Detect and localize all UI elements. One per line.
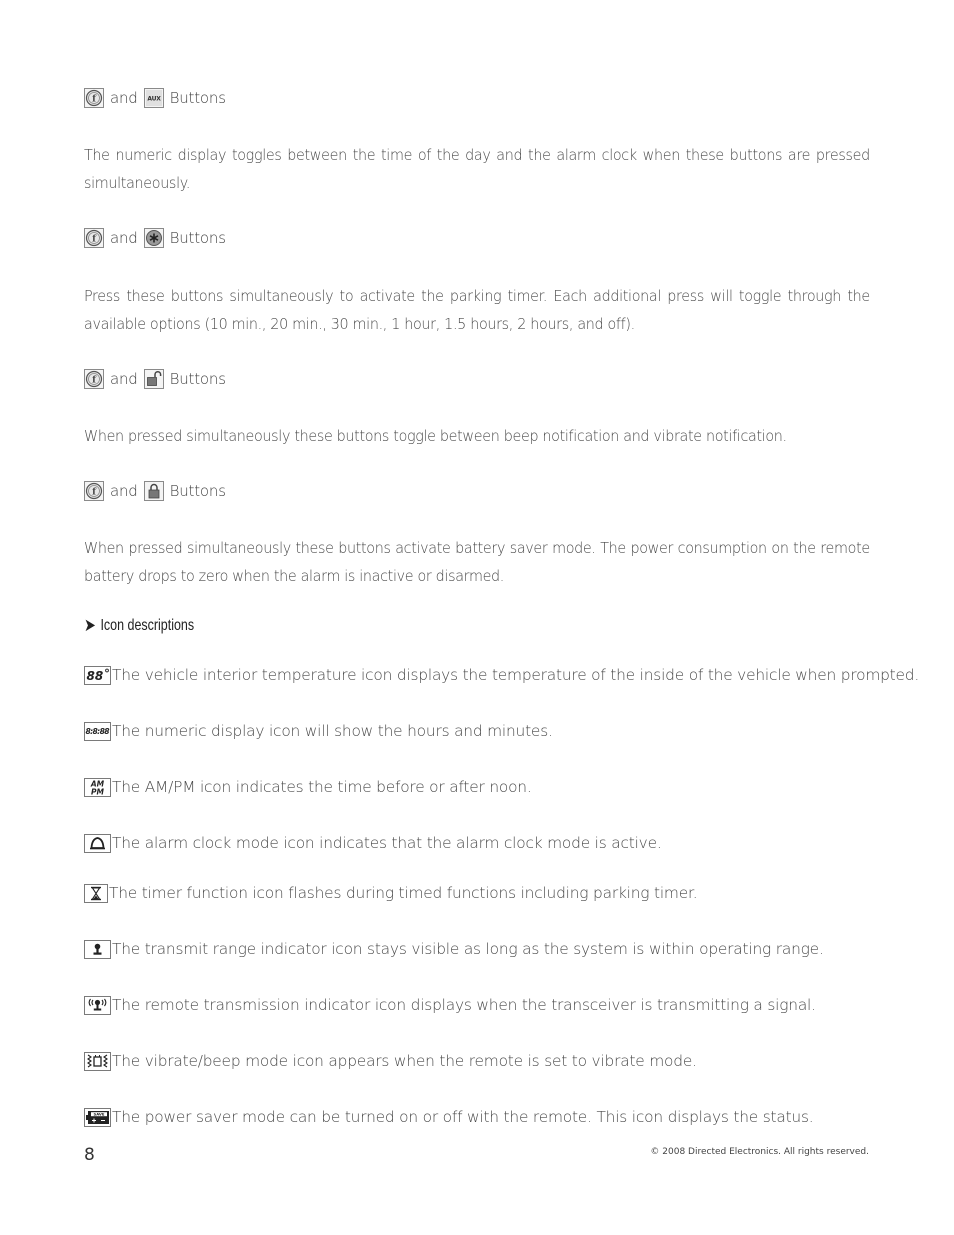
icon-description-text: The vehicle interior temperature icon di… (112, 666, 920, 684)
hourglass-icon (84, 883, 108, 903)
buttons-word: Buttons (169, 482, 226, 500)
arrow-right-icon: ➤ (84, 615, 96, 635)
icon-description-am-pm: AM PM The AM/PM icon indicates the time b… (84, 776, 532, 798)
icon-description-text: The numeric display icon will show the h… (112, 722, 553, 740)
icon-description-text: The alarm clock mode icon indicates that… (112, 834, 662, 852)
section-title: Icon descriptions (100, 616, 195, 634)
numeric-display-icon: 8:8:88 (84, 721, 111, 741)
copyright-notice: © 2008 Directed Electronics. All rights … (650, 1147, 869, 1157)
f-function-button-icon: f (84, 369, 104, 389)
connector-word: and (110, 89, 138, 107)
icon-description-numeric-display: 8:8:88 The numeric display icon will sho… (84, 720, 553, 742)
f-function-button-icon: f (84, 88, 104, 108)
button-pair-heading-3: f and Buttons (84, 367, 232, 391)
svg-text:88: 88 (87, 669, 104, 683)
f-function-button-icon: f (84, 228, 104, 248)
page-number: 8 (84, 1145, 95, 1165)
buttons-word: Buttons (169, 370, 226, 388)
svg-text:PM: PM (91, 787, 104, 796)
button-pair-description-1: The numeric display toggles between the … (84, 146, 870, 192)
icon-description-alarm-clock: The alarm clock mode icon indicates that… (84, 832, 662, 854)
buttons-word: Buttons (169, 89, 226, 107)
button-pair-heading-1: f and AUX Buttons (84, 86, 232, 110)
asterisk-button-icon (143, 228, 164, 248)
remote-transmission-icon (84, 995, 111, 1015)
section-heading-icon-descriptions: ➤ Icon descriptions (84, 615, 194, 636)
aux-button-icon: AUX (143, 88, 164, 108)
icon-description-text: The power saver mode can be turned on or… (112, 1108, 814, 1126)
connector-word: and (110, 229, 138, 247)
aux-label: AUX (147, 96, 161, 103)
icon-description-transmit-range: The transmit range indicator icon stays … (84, 938, 824, 960)
temperature-icon: 88 (84, 665, 111, 685)
icon-description-text: The transmit range indicator icon stays … (112, 940, 824, 958)
icon-description-timer: The timer function icon flashes during t… (84, 882, 698, 904)
f-function-button-icon: f (84, 481, 104, 501)
icon-description-temperature: 88 The vehicle interior temperature icon… (84, 664, 919, 686)
connector-word: and (110, 482, 138, 500)
button-pair-description-2: Press these buttons simultaneously to ac… (84, 287, 870, 333)
icon-description-vibrate-beep: The vibrate/beep mode icon appears when … (84, 1050, 697, 1072)
icon-description-text: The AM/PM icon indicates the time before… (112, 778, 532, 796)
lock-button-icon (143, 481, 164, 501)
svg-text:SAVE: SAVE (94, 1111, 105, 1116)
icon-description-text: The vibrate/beep mode icon appears when … (112, 1052, 697, 1070)
icon-description-text: The remote transmission indicator icon d… (112, 996, 816, 1014)
icon-description-power-saver: SAVE The power saver mode can be turned … (84, 1106, 814, 1128)
alarm-bell-icon (84, 833, 111, 853)
svg-text:8:8:88: 8:8:88 (86, 727, 110, 736)
unlock-button-icon (143, 369, 164, 389)
button-pair-description-3: When pressed simultaneously these button… (84, 427, 787, 445)
connector-word: and (110, 370, 138, 388)
transmit-range-icon (84, 939, 111, 959)
power-saver-icon: SAVE (84, 1107, 111, 1127)
button-pair-description-4: When pressed simultaneously these button… (84, 539, 870, 585)
am-pm-icon: AM PM (84, 777, 111, 797)
vibrate-beep-icon (84, 1051, 111, 1071)
buttons-word: Buttons (169, 229, 226, 247)
icon-description-remote-transmission: The remote transmission indicator icon d… (84, 994, 816, 1016)
manual-page: f and AUX Buttons The numeric display to… (0, 0, 954, 1235)
button-pair-heading-4: f and Buttons (84, 479, 232, 503)
button-pair-heading-2: f and Buttons (84, 226, 232, 250)
icon-description-text: The timer function icon flashes during t… (109, 884, 698, 902)
